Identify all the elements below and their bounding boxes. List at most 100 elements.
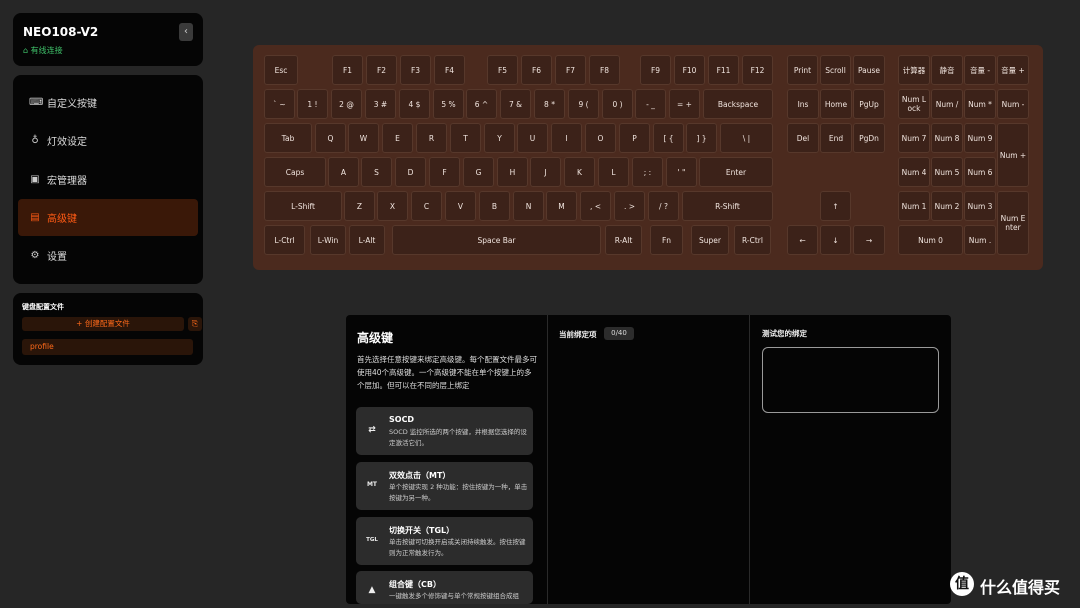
key[interactable]: F5: [487, 55, 518, 85]
sidebar-item-custom-keys[interactable]: ⌨ 自定义按键: [18, 84, 198, 121]
key[interactable]: = +: [669, 89, 700, 119]
mode-card-socd[interactable]: ⇄ SOCD SOCD 监控所选的两个按键，并根据您选择的设定激活它们。: [356, 407, 533, 455]
key[interactable]: Num 0: [898, 225, 963, 255]
key[interactable]: ; :: [632, 157, 663, 187]
key[interactable]: PgDn: [853, 123, 885, 153]
key[interactable]: Del: [787, 123, 819, 153]
key[interactable]: F9: [640, 55, 671, 85]
key[interactable]: Pause: [853, 55, 885, 85]
key[interactable]: U: [517, 123, 548, 153]
key[interactable]: P: [619, 123, 650, 153]
key[interactable]: 8 *: [534, 89, 565, 119]
key[interactable]: H: [497, 157, 528, 187]
key[interactable]: ↓: [820, 225, 851, 255]
key[interactable]: F3: [400, 55, 431, 85]
key[interactable]: L-Alt: [349, 225, 385, 255]
import-profile-button[interactable]: ⎘: [188, 317, 202, 331]
key[interactable]: Num /: [931, 89, 963, 119]
key[interactable]: 音量 +: [997, 55, 1029, 85]
key[interactable]: \ |: [720, 123, 773, 153]
key[interactable]: R-Shift: [682, 191, 773, 221]
key[interactable]: W: [348, 123, 379, 153]
key[interactable]: J: [530, 157, 561, 187]
sidebar-item-advanced-keys[interactable]: ▤ 高级键: [18, 199, 198, 236]
key[interactable]: Num 4: [898, 157, 930, 187]
key[interactable]: Y: [484, 123, 515, 153]
key[interactable]: Num 7: [898, 123, 930, 153]
key[interactable]: Num *: [964, 89, 996, 119]
key[interactable]: Esc: [264, 55, 298, 85]
key[interactable]: N: [513, 191, 544, 221]
key[interactable]: . >: [614, 191, 645, 221]
profile-item[interactable]: profile: [22, 339, 193, 355]
key[interactable]: F8: [589, 55, 620, 85]
key[interactable]: R-Alt: [605, 225, 642, 255]
key[interactable]: V: [445, 191, 476, 221]
key[interactable]: Num 5: [931, 157, 963, 187]
sidebar-item-settings[interactable]: ⚙ 设置: [18, 237, 198, 274]
key[interactable]: O: [585, 123, 616, 153]
key[interactable]: 0 ): [602, 89, 633, 119]
mode-card-cb[interactable]: ▲ 组合键（CB） 一键触发多个修饰键与单个常规按键组合成组: [356, 571, 533, 604]
key[interactable]: F: [429, 157, 460, 187]
key[interactable]: L: [598, 157, 629, 187]
mode-card-tgl[interactable]: TGL 切换开关（TGL） 单击按键可切换开启或关闭持续触发。按住按键则为正常触…: [356, 517, 533, 565]
key[interactable]: F1: [332, 55, 363, 85]
sidebar-item-macros[interactable]: ▣ 宏管理器: [18, 161, 198, 198]
key[interactable]: 计算器: [898, 55, 930, 85]
key[interactable]: F4: [434, 55, 465, 85]
key[interactable]: 6 ^: [466, 89, 497, 119]
key[interactable]: ↑: [820, 191, 851, 221]
key[interactable]: PgUp: [853, 89, 885, 119]
key[interactable]: / ?: [648, 191, 679, 221]
key[interactable]: 音量 -: [964, 55, 996, 85]
key[interactable]: Num Lock: [898, 89, 930, 119]
key[interactable]: G: [463, 157, 494, 187]
key[interactable]: Num 9: [964, 123, 996, 153]
key[interactable]: , <: [580, 191, 611, 221]
create-profile-button[interactable]: + 创建配置文件: [22, 317, 184, 331]
back-button[interactable]: ‹: [179, 23, 193, 41]
key[interactable]: L-Ctrl: [264, 225, 305, 255]
key[interactable]: L-Win: [310, 225, 346, 255]
key[interactable]: T: [450, 123, 481, 153]
key[interactable]: Num 6: [964, 157, 996, 187]
key[interactable]: ` ~: [264, 89, 295, 119]
key[interactable]: Z: [344, 191, 375, 221]
key[interactable]: M: [546, 191, 577, 221]
key[interactable]: B: [479, 191, 510, 221]
key[interactable]: S: [361, 157, 392, 187]
key[interactable]: F2: [366, 55, 397, 85]
key[interactable]: Scroll: [820, 55, 851, 85]
key[interactable]: Space Bar: [392, 225, 601, 255]
key[interactable]: L-Shift: [264, 191, 342, 221]
key[interactable]: Num 1: [898, 191, 930, 221]
key[interactable]: End: [820, 123, 852, 153]
key[interactable]: Q: [315, 123, 346, 153]
key[interactable]: 1 !: [297, 89, 328, 119]
key[interactable]: Num +: [997, 123, 1029, 187]
key[interactable]: 9 (: [568, 89, 599, 119]
key[interactable]: Backspace: [703, 89, 773, 119]
mode-card-mt[interactable]: MT 双效点击（MT） 单个按键实现 2 种功能：按住按键为一种，单击按键为另一…: [356, 462, 533, 510]
test-input-area[interactable]: [762, 347, 939, 413]
key[interactable]: 2 @: [331, 89, 362, 119]
key[interactable]: Super: [691, 225, 729, 255]
key[interactable]: ' ": [666, 157, 697, 187]
key[interactable]: 4 $: [399, 89, 430, 119]
sidebar-item-lighting[interactable]: ♁ 灯效设定: [18, 122, 198, 159]
key[interactable]: Ins: [787, 89, 819, 119]
key[interactable]: X: [377, 191, 408, 221]
key[interactable]: K: [564, 157, 595, 187]
key[interactable]: Num 8: [931, 123, 963, 153]
key[interactable]: Fn: [650, 225, 683, 255]
key[interactable]: I: [551, 123, 582, 153]
key[interactable]: A: [328, 157, 359, 187]
key[interactable]: Num 2: [931, 191, 963, 221]
key[interactable]: R-Ctrl: [734, 225, 771, 255]
key[interactable]: [ {: [653, 123, 684, 153]
key[interactable]: F7: [555, 55, 586, 85]
key[interactable]: Tab: [264, 123, 312, 153]
key[interactable]: Num Enter: [997, 191, 1029, 255]
key[interactable]: Print: [787, 55, 818, 85]
